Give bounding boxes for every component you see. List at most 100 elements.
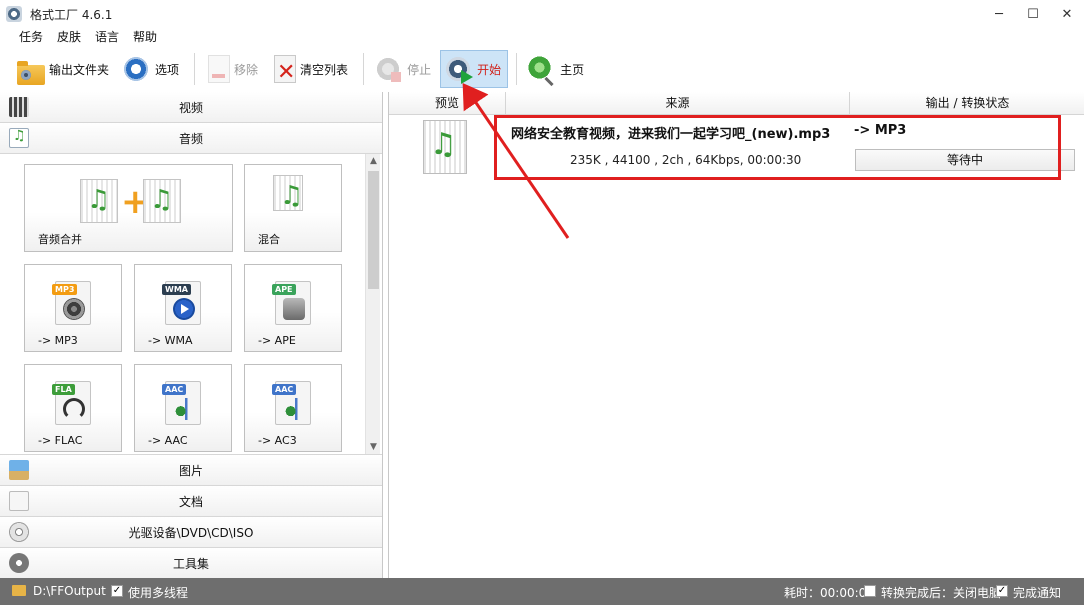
column-source[interactable]: 来源 — [506, 92, 850, 115]
ape-speaker-icon — [283, 298, 305, 320]
to-ape-tile[interactable]: APE -> APE — [244, 264, 342, 352]
ac3-badge: AAC — [272, 384, 297, 395]
remove-button[interactable]: 移除 — [201, 50, 265, 88]
category-document-label: 文档 — [178, 494, 203, 509]
scrollbar-thumb[interactable] — [368, 171, 379, 289]
task-list-header: 预览 来源 输出 / 转换状态 — [389, 92, 1084, 115]
to-ac3-label: -> AC3 — [258, 434, 297, 447]
headset-icon — [63, 398, 85, 420]
category-image[interactable]: 图片 — [0, 455, 382, 486]
audio-note-icon — [9, 128, 29, 148]
output-path[interactable]: D:\FFOutput — [33, 584, 106, 598]
to-wma-tile[interactable]: WMA -> WMA — [134, 264, 232, 352]
multithread-label: 使用多线程 — [128, 586, 189, 600]
document-icon — [9, 491, 29, 511]
scroll-up-arrow-icon[interactable]: ▲ — [366, 154, 381, 169]
category-document[interactable]: 文档 — [0, 486, 382, 517]
title-bar: 格式工厂 4.6.1 ─ ☐ ✕ — [0, 0, 1084, 28]
flac-file-icon: FLA — [52, 381, 91, 425]
stop-button[interactable]: 停止 — [370, 50, 438, 88]
to-wma-label: -> WMA — [148, 334, 193, 347]
menu-bar: 任务 皮肤 语言 帮助 — [0, 28, 164, 46]
to-flac-tile[interactable]: FLA -> FLAC — [24, 364, 122, 452]
audio-scrollbar[interactable]: ▲ ▼ — [365, 154, 381, 454]
to-ape-label: -> APE — [258, 334, 296, 347]
menu-help[interactable]: 帮助 — [126, 28, 164, 46]
video-film-icon — [9, 97, 29, 117]
folder-icon — [17, 61, 45, 85]
toolbar-divider — [516, 53, 518, 85]
clear-list-label: 清空列表 — [300, 62, 349, 77]
multithread-checkbox[interactable]: ✓ — [111, 585, 123, 597]
audio-tools-grid: + 音频合并 混合 MP3 -> MP3 WMA -> WMA AP — [0, 154, 382, 455]
menu-language[interactable]: 语言 — [88, 28, 126, 46]
category-audio-label: 音频 — [178, 131, 203, 146]
home-label: 主页 — [560, 62, 585, 77]
ac3-file-icon: AAC — [272, 381, 311, 425]
music-file-icon — [80, 179, 118, 223]
toolbar: 输出文件夹 选项 移除 清空列表 停止 开始 主页 — [0, 48, 1084, 90]
to-aac-tile[interactable]: AAC -> AAC — [134, 364, 232, 452]
mp3-file-icon: MP3 — [52, 281, 91, 325]
music-file-icon — [143, 179, 181, 223]
home-globe-icon — [526, 54, 557, 84]
audio-merge-label: 音频合并 — [38, 233, 82, 246]
maximize-button[interactable]: ☐ — [1016, 0, 1050, 28]
scroll-down-arrow-icon[interactable]: ▼ — [366, 440, 381, 454]
close-button[interactable]: ✕ — [1050, 0, 1084, 28]
to-flac-label: -> FLAC — [38, 434, 83, 447]
notify-label: 完成通知 — [1013, 586, 1062, 600]
audio-mix-label: 混合 — [258, 233, 280, 246]
to-ac3-tile[interactable]: AAC -> AC3 — [244, 364, 342, 452]
output-folder-icon[interactable] — [12, 585, 26, 596]
notify-checkbox[interactable]: ✓ — [996, 585, 1008, 597]
flac-badge: FLA — [52, 384, 75, 395]
category-image-label: 图片 — [178, 463, 203, 478]
audio-file-thumbnail-icon — [423, 120, 467, 174]
mix-file-icon — [273, 175, 303, 211]
start-button[interactable]: 开始 — [440, 50, 509, 88]
toolbar-divider — [363, 53, 365, 85]
toolbar-divider — [194, 53, 196, 85]
start-label: 开始 — [477, 62, 502, 77]
mp3-badge: MP3 — [52, 284, 78, 295]
menu-skin[interactable]: 皮肤 — [50, 28, 88, 46]
audio-mix-tile[interactable]: 混合 — [244, 164, 342, 252]
after-done-checkbox[interactable] — [864, 585, 876, 597]
clear-list-button[interactable]: 清空列表 — [267, 50, 355, 88]
remove-icon — [208, 55, 231, 83]
app-logo-icon — [6, 6, 22, 22]
after-done-label: 转换完成后：关闭电脑 — [881, 586, 1002, 600]
remove-label: 移除 — [234, 62, 259, 77]
wma-file-icon: WMA — [162, 281, 201, 325]
ac3-speaker-icon — [283, 398, 305, 420]
category-audio[interactable]: 音频 — [0, 123, 382, 154]
category-disc-label: 光驱设备\DVD\CD\ISO — [128, 525, 254, 540]
window-controls: ─ ☐ ✕ — [982, 0, 1084, 28]
category-panel: 视频 音频 + 音频合并 混合 MP3 -> MP3 WMA — [0, 92, 383, 579]
minimize-button[interactable]: ─ — [982, 0, 1016, 28]
start-play-icon — [443, 54, 474, 84]
status-bar: D:\FFOutput ✓ 使用多线程 耗时：00:00:00 转换完成后：关闭… — [0, 578, 1084, 605]
category-video[interactable]: 视频 — [0, 92, 382, 123]
aac-file-icon: AAC — [162, 381, 201, 425]
image-picture-icon — [9, 460, 29, 480]
home-button[interactable]: 主页 — [523, 50, 591, 88]
annotation-highlight-box — [494, 115, 1061, 180]
column-preview[interactable]: 预览 — [389, 92, 506, 115]
ape-badge: APE — [272, 284, 296, 295]
to-mp3-tile[interactable]: MP3 -> MP3 — [24, 264, 122, 352]
options-button[interactable]: 选项 — [118, 50, 186, 88]
audio-merge-tile[interactable]: + 音频合并 — [24, 164, 233, 252]
column-output-status[interactable]: 输出 / 转换状态 — [850, 92, 1084, 115]
menu-task[interactable]: 任务 — [12, 28, 50, 46]
window-title: 格式工厂 4.6.1 — [30, 7, 113, 22]
options-label: 选项 — [155, 62, 180, 77]
output-folder-button[interactable]: 输出文件夹 — [14, 50, 116, 88]
aac-badge: AAC — [162, 384, 187, 395]
options-gear-icon — [121, 54, 152, 84]
category-disc[interactable]: 光驱设备\DVD\CD\ISO — [0, 517, 382, 548]
to-mp3-label: -> MP3 — [38, 334, 78, 347]
category-tools[interactable]: 工具集 — [0, 548, 382, 579]
elapsed-time: 耗时：00:00:00 — [784, 586, 874, 600]
